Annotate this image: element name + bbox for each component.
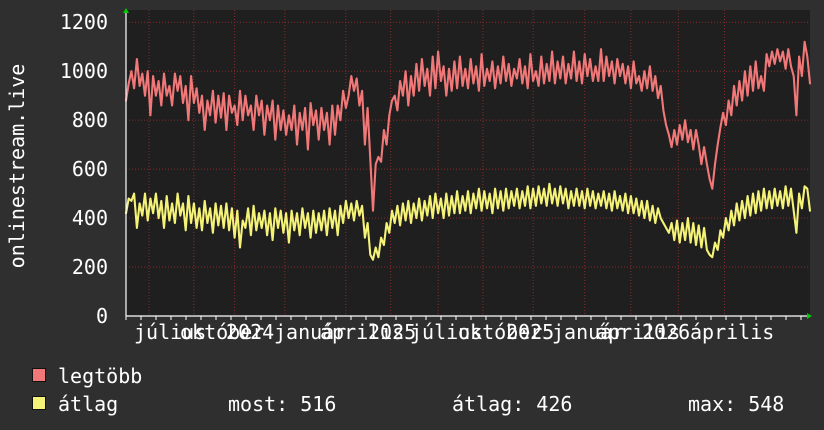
legend-avg-label: átlag — [58, 392, 119, 416]
y-tick-label: 1200 — [60, 10, 108, 34]
y-tick-label: 600 — [72, 157, 108, 181]
line-chart: onlinestream.live 020040060080010001200j… — [5, 8, 812, 344]
current-value-stat: most: 516 — [228, 392, 337, 416]
y-tick-label: 0 — [96, 304, 108, 328]
y-tick-label: 200 — [72, 255, 108, 279]
x-tick-label: 2025 — [368, 320, 416, 344]
legend: legtöbb átlag most: 516 átlag: 426 max: … — [32, 362, 802, 422]
legend-max-label: legtöbb — [58, 364, 143, 388]
maximum-value-stat: max: 548 — [688, 392, 785, 416]
legend-row-max: legtöbb — [32, 362, 802, 390]
x-tick-label: 2026 — [642, 320, 690, 344]
legend-avg-swatch — [32, 396, 46, 410]
chart-container: onlinestream.live 0 200 400 600 800 1000 1200 j… — [0, 0, 824, 430]
average-value-stat: átlag: 426 — [452, 392, 573, 416]
y-tick-label: 400 — [72, 206, 108, 230]
x-tick-label: 2025 — [506, 320, 554, 344]
x-tick-label: április — [690, 320, 774, 344]
y-axis-label-layer: onlinestream.live — [5, 64, 29, 269]
x-tick-label: 2024 — [226, 320, 274, 344]
y-tick-label: 800 — [72, 108, 108, 132]
y-tick-label: 1000 — [60, 59, 108, 83]
y-axis-label: onlinestream.live — [5, 64, 29, 269]
legend-max-swatch — [32, 368, 46, 382]
legend-row-avg: átlag most: 516 átlag: 426 max: 548 — [32, 390, 802, 418]
